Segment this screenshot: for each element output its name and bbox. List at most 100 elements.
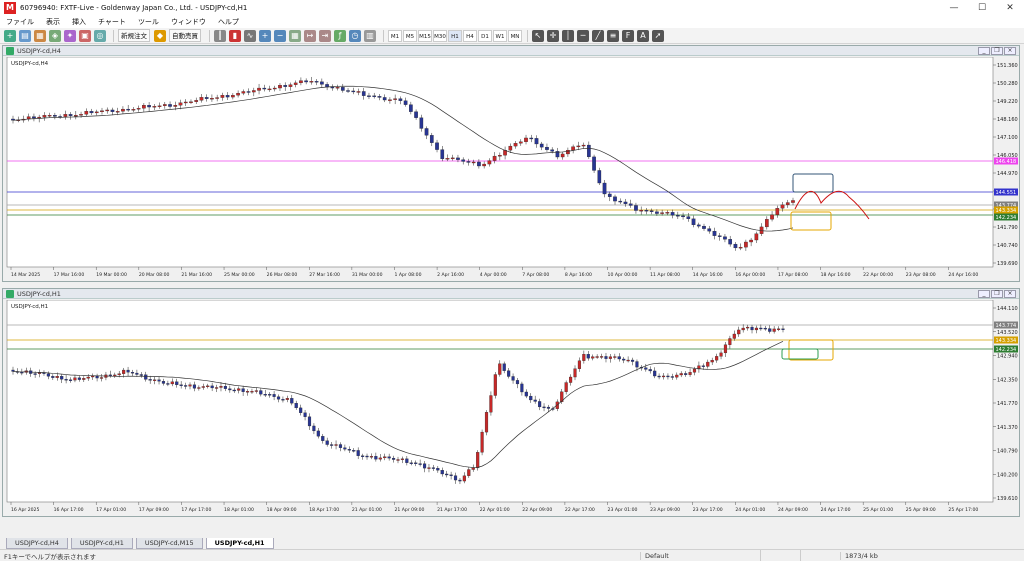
time-tick-label: 20 Mar 08:00 (139, 272, 170, 278)
candle-body (462, 475, 466, 482)
candle-body (763, 327, 767, 330)
candle-body (136, 108, 141, 110)
horizontal-line-icon[interactable]: ─ (577, 29, 589, 42)
tab-usdjpy-h4[interactable]: USDJPY-cd,H4 (6, 538, 68, 549)
timeframe-m5[interactable]: M5 (403, 29, 417, 42)
candle-body (749, 239, 753, 243)
timeframe-mn[interactable]: MN (508, 29, 522, 42)
tile-windows-icon[interactable]: ▦ (289, 29, 301, 42)
candlestick-icon[interactable]: ▮ (229, 29, 241, 42)
candle-body (511, 376, 515, 381)
candle-body (715, 356, 719, 361)
timeframe-h1[interactable]: H1 (448, 29, 462, 42)
candle-body (68, 379, 73, 381)
candle-body (285, 398, 289, 400)
tab-usdjpy-h1-active[interactable]: USDJPY-cd,H1 (205, 538, 274, 549)
chart-shift-icon[interactable]: ⇥ (319, 29, 331, 42)
trendline-icon[interactable]: ╱ (592, 29, 604, 42)
chart-minimize-button[interactable]: _ (978, 290, 990, 298)
cursor-icon[interactable]: ↖ (532, 29, 544, 42)
chart-restore-button[interactable]: ❐ (991, 290, 1003, 298)
new-order-button[interactable]: 新規注文 (118, 29, 150, 42)
strategy-tester-icon[interactable]: ◎ (94, 29, 106, 42)
bar-chart-icon[interactable]: ┃ (214, 29, 226, 42)
toolbar-separator (383, 29, 384, 42)
new-chart-icon[interactable]: + (4, 29, 16, 42)
metaeditor-icon[interactable]: ◆ (154, 29, 166, 42)
auto-scroll-icon[interactable]: ↦ (304, 29, 316, 42)
time-tick-label: 18 Apr 01:00 (224, 507, 254, 513)
candle-body (278, 85, 282, 89)
time-tick-label: 17 Apr 17:00 (181, 507, 211, 513)
price-tick-label: 139.690 (997, 261, 1018, 267)
candle-body (251, 90, 256, 93)
indicators-icon[interactable]: ƒ (334, 29, 346, 42)
timeframe-w1[interactable]: W1 (493, 29, 507, 42)
time-tick-label: 18 Apr 09:00 (267, 507, 297, 513)
timeframe-m1[interactable]: M1 (388, 29, 402, 42)
candle-body (259, 390, 263, 395)
menu-view[interactable]: 表示 (46, 17, 60, 27)
time-tick-label: 19 Mar 00:00 (96, 272, 127, 278)
timeframe-m15[interactable]: M15 (418, 29, 432, 42)
chart-minimize-button[interactable]: _ (978, 47, 990, 55)
candlestick-chart-h1[interactable]: USDJPY-cd,H1 144.110 143.520 142.940 142.350… (3, 300, 1019, 516)
candle-body (290, 398, 294, 404)
candle-body (571, 146, 575, 151)
zoom-out-icon[interactable]: − (274, 29, 286, 42)
navigator-icon[interactable]: ✦ (64, 29, 76, 42)
menu-insert[interactable]: 挿入 (72, 17, 86, 27)
zoom-in-icon[interactable]: + (259, 29, 271, 42)
candle-body (153, 379, 157, 381)
menu-charts[interactable]: チャート (98, 17, 126, 27)
arrow-tool-icon[interactable]: ➚ (652, 29, 664, 42)
close-button[interactable]: ✕ (996, 0, 1024, 16)
candle-body (294, 403, 298, 409)
chart-window-controls: _ ❐ × (977, 47, 1016, 55)
candle-body (51, 376, 55, 378)
price-tick-label: 142.940 (997, 354, 1018, 360)
time-tick-label: 11 Apr 08:00 (650, 272, 680, 278)
auto-trading-button[interactable]: 自動売買 (169, 29, 201, 42)
timeframe-m30[interactable]: M30 (433, 29, 447, 42)
crosshair-icon[interactable]: ✛ (547, 29, 559, 42)
time-tick-label: 17 Apr 08:00 (778, 272, 808, 278)
profiles-icon[interactable]: ▤ (19, 29, 31, 42)
chart-close-button[interactable]: × (1004, 47, 1016, 55)
chart-window-title: USDJPY-cd,H1 (17, 290, 61, 298)
timeframe-d1[interactable]: D1 (478, 29, 492, 42)
candle-body (644, 367, 648, 370)
candlestick-chart-h4[interactable]: USDJPY-cd,H4 151.360 150.280 149.220 148.160… (3, 57, 1019, 281)
candle-body (178, 102, 183, 106)
tab-usdjpy-m15[interactable]: USDJPY-cd,M15 (135, 538, 203, 549)
text-tool-icon[interactable]: A (637, 29, 649, 42)
candle-body (661, 375, 666, 378)
menu-file[interactable]: ファイル (6, 17, 34, 27)
tab-usdjpy-h1[interactable]: USDJPY-cd,H1 (70, 538, 133, 549)
timeframe-h4[interactable]: H4 (463, 29, 477, 42)
terminal-icon[interactable]: ▣ (79, 29, 91, 42)
vertical-line-icon[interactable]: │ (562, 29, 574, 42)
market-watch-icon[interactable]: ▦ (34, 29, 46, 42)
data-window-icon[interactable]: ◈ (49, 29, 61, 42)
price-tick-label: 139.610 (997, 496, 1018, 502)
chart-close-button[interactable]: × (1004, 290, 1016, 298)
maximize-button[interactable]: ☐ (968, 0, 996, 16)
candle-body (77, 377, 81, 380)
candle-body (732, 333, 736, 339)
menu-tools[interactable]: ツール (138, 17, 159, 27)
candle-body (108, 374, 112, 377)
periods-icon[interactable]: ◷ (349, 29, 361, 42)
price-tick-label: 140.790 (997, 449, 1018, 455)
menu-window[interactable]: ウィンドウ (171, 17, 206, 27)
candle-body (356, 91, 361, 93)
minimize-button[interactable]: — (940, 0, 968, 16)
chart-restore-button[interactable]: ❐ (991, 47, 1003, 55)
fibonacci-icon[interactable]: F (622, 29, 634, 42)
channel-icon[interactable]: ≡ (607, 29, 619, 42)
price-tick-label: 144.970 (997, 171, 1018, 177)
templates-icon[interactable]: ▥ (364, 29, 376, 42)
menu-help[interactable]: ヘルプ (218, 17, 239, 27)
line-chart-icon[interactable]: ∿ (244, 29, 256, 42)
title-bar: M 60796940: FXTF-Live - Goldenway Japan … (0, 0, 1024, 16)
